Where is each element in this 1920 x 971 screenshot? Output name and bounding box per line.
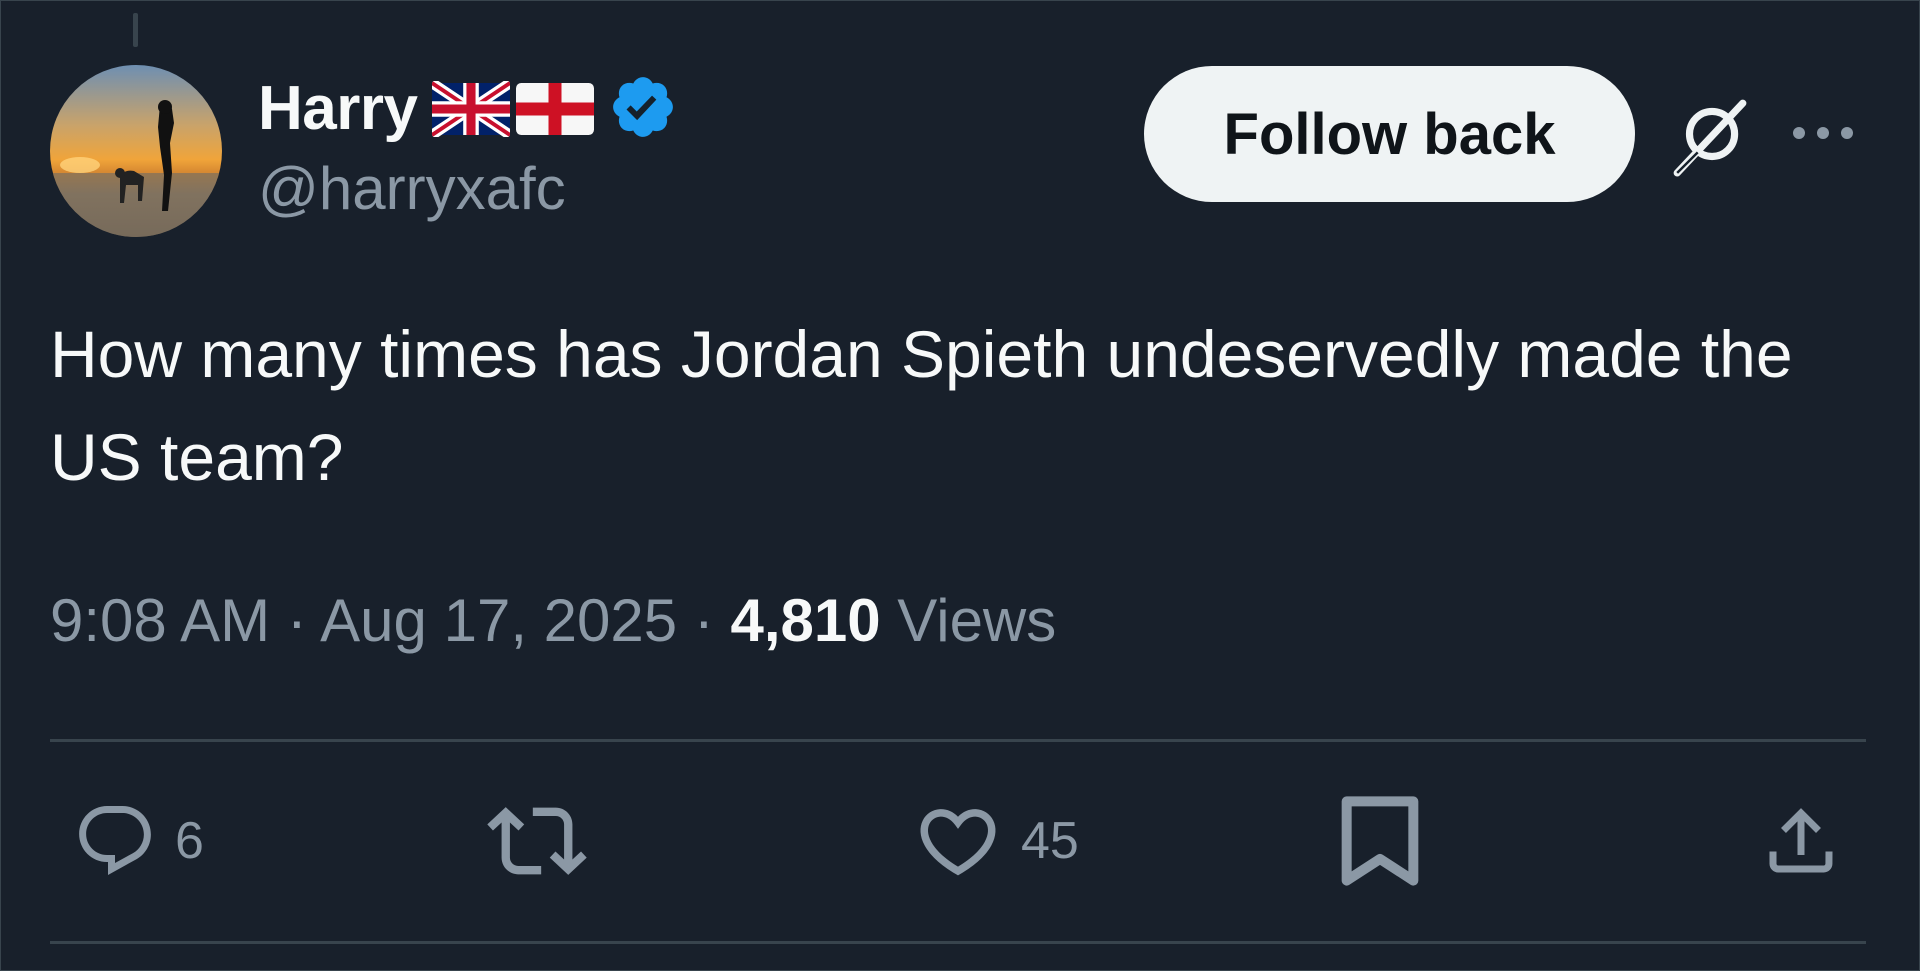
england-flag-icon	[515, 81, 594, 137]
tweet-meta: 9:08 AM · Aug 17, 2025 · 4,810 Views	[50, 586, 1056, 656]
tweet-time[interactable]: 9:08 AM	[50, 587, 270, 654]
divider-bottom	[50, 941, 1866, 944]
reply-icon	[79, 806, 151, 875]
display-name-row: Harry	[258, 73, 678, 145]
retweet-button[interactable]	[487, 791, 605, 891]
more-dots-icon[interactable]	[1787, 105, 1859, 161]
meta-separator: ·	[693, 587, 731, 654]
like-button[interactable]: 45	[913, 791, 1079, 891]
tweet-text: How many times has Jordan Spieth undeser…	[50, 317, 1793, 494]
verified-badge-icon[interactable]	[608, 72, 678, 147]
like-count: 45	[1021, 812, 1079, 870]
views-count[interactable]: 4,810	[730, 587, 880, 654]
retweet-icon	[487, 807, 587, 875]
follow-back-button[interactable]: Follow back	[1144, 66, 1635, 202]
share-icon	[1769, 808, 1833, 873]
user-handle[interactable]: @harryxafc	[258, 159, 566, 219]
uk-flag-icon	[431, 81, 510, 137]
grok-icon[interactable]	[1665, 91, 1755, 181]
share-button[interactable]	[1759, 791, 1843, 891]
reply-button[interactable]: 6	[73, 791, 204, 891]
reply-count: 6	[175, 812, 204, 870]
tweet-detail: Harry @harryxafc Follow back How many ti…	[0, 0, 1920, 971]
meta-separator: ·	[286, 587, 321, 654]
views-label: Views	[897, 587, 1057, 654]
bookmark-button[interactable]	[1337, 791, 1423, 891]
thread-connector-line	[133, 13, 138, 47]
heart-icon	[920, 809, 996, 876]
bookmark-icon	[1341, 796, 1419, 886]
tweet-date[interactable]: Aug 17, 2025	[320, 587, 677, 654]
display-name[interactable]: Harry	[258, 78, 418, 140]
engagement-bar: 6 45	[1, 791, 1919, 891]
divider-top	[50, 739, 1866, 742]
avatar[interactable]	[50, 65, 222, 237]
